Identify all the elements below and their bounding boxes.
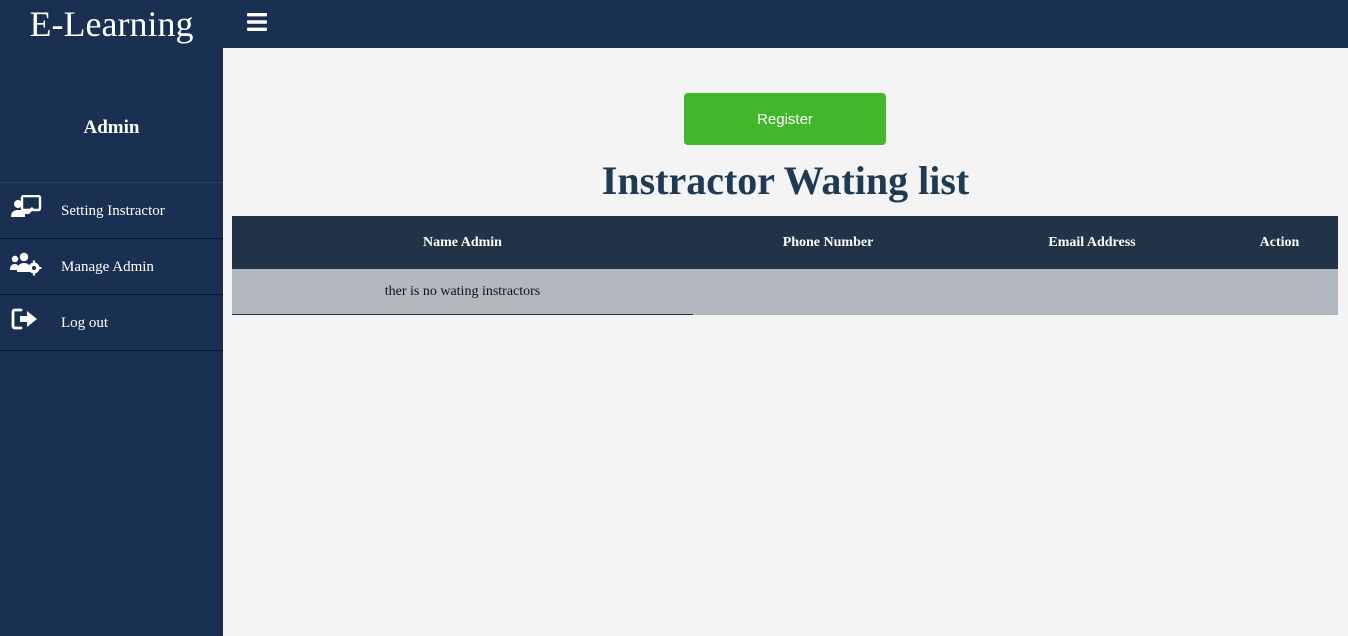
waiting-list-table: Name Admin Phone Number Email Address Ac… (232, 216, 1338, 315)
sidebar-item-setting-instractor[interactable]: Setting Instractor (0, 183, 223, 239)
sidebar-title: Admin (0, 48, 223, 183)
column-header-name: Name Admin (232, 216, 693, 269)
sign-out-icon (10, 307, 42, 335)
main-content: Register Instractor Wating list Name Adm… (223, 48, 1348, 636)
table-cell (1221, 269, 1338, 315)
sidebar-item-label: Manage Admin (61, 259, 154, 275)
sidebar-item-label: Log out (61, 315, 109, 331)
sidebar-item-label: Setting Instractor (61, 203, 165, 219)
table-cell (693, 269, 963, 315)
column-header-action: Action (1221, 216, 1338, 269)
sidebar-item-manage-admin[interactable]: Manage Admin (0, 239, 223, 295)
top-bar: E-Learning (0, 0, 1348, 48)
register-button[interactable]: Register (684, 93, 886, 145)
sidebar: Admin Setting Instractor Manage Admin Lo… (0, 48, 223, 636)
column-header-email: Email Address (963, 216, 1221, 269)
column-header-phone: Phone Number (693, 216, 963, 269)
page-title: Instractor Wating list (601, 158, 970, 203)
sidebar-item-log-out[interactable]: Log out (0, 295, 223, 351)
table-header-row: Name Admin Phone Number Email Address Ac… (232, 216, 1338, 269)
menu-toggle-icon[interactable] (245, 10, 269, 34)
app-title: E-Learning (29, 4, 194, 44)
users-cog-icon (10, 251, 42, 279)
empty-message: ther is no wating instractors (232, 269, 693, 315)
chalkboard-teacher-icon (10, 194, 42, 223)
table-cell (963, 269, 1221, 315)
table-row: ther is no wating instractors (232, 269, 1338, 315)
